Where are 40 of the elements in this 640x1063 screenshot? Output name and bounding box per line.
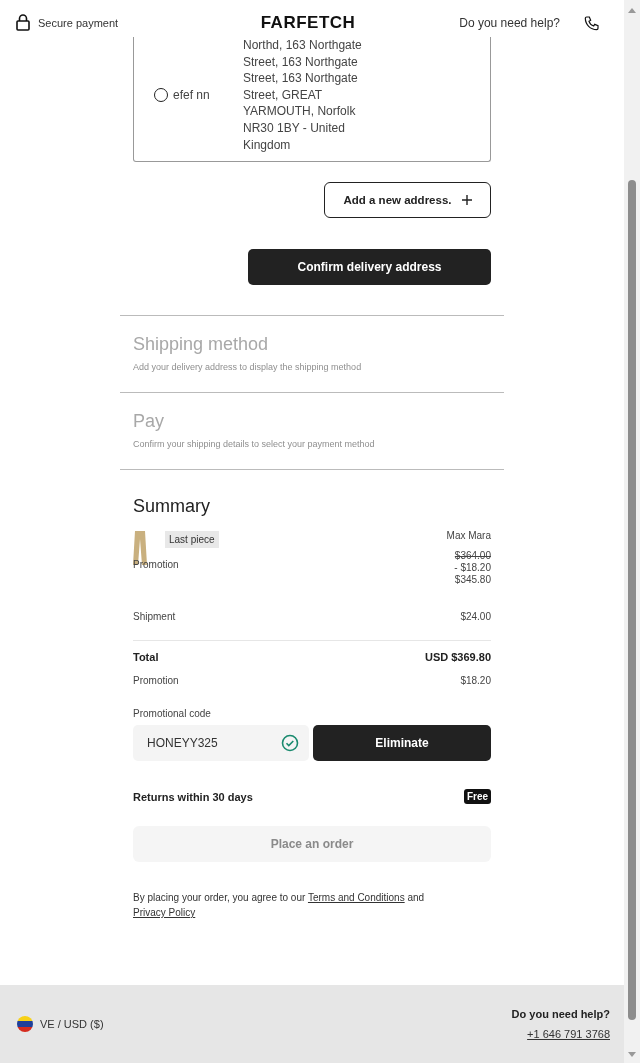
shipment-label: Shipment	[133, 611, 176, 623]
step-title: Shipping method	[133, 334, 270, 356]
address-card[interactable]: efef nn Northd, 163 Northgate Street, 163 Northgate Street, 163 Northgate Street, GREAT YARMOUTH, Norfolk NR30 1BY - United Kingdom	[133, 37, 491, 163]
add-address-button[interactable]: Add a new address.	[324, 182, 491, 219]
phone-link[interactable]: +1 646 791 3768	[527, 1028, 610, 1040]
total-price: USD $369.80	[424, 651, 491, 664]
lock-icon	[16, 14, 30, 31]
phone-icon[interactable]	[584, 14, 600, 31]
discount-amount: - $18.20	[454, 562, 491, 574]
promo-code-field[interactable]: HONEYY325	[133, 725, 309, 762]
item-price: $345.80	[454, 574, 491, 586]
confirm-address-button[interactable]: Confirm delivery address	[248, 249, 491, 286]
shipment-price: $24.00	[460, 611, 491, 623]
original-price: $364.00	[454, 550, 491, 562]
secure-payment-label: Secure payment	[38, 16, 119, 29]
brand-logo[interactable]: FARFETCH	[260, 12, 356, 33]
brand-name: Max Mara	[446, 530, 491, 542]
last-piece-badge: Last piece	[165, 531, 219, 549]
step-hint: Confirm your shipping details to select your payment method	[133, 439, 376, 450]
promotion-label: Promotion	[133, 559, 180, 571]
step-title: Pay	[133, 411, 166, 433]
locale-selector[interactable]: VE / USD ($)	[40, 1018, 104, 1030]
free-badge: Free	[463, 789, 491, 805]
address-name: efef nn	[173, 88, 210, 103]
help-label: Do you need help?	[459, 15, 560, 30]
total-label: Total	[133, 651, 159, 664]
promotion-amount: $18.20	[460, 675, 491, 687]
flag-icon	[16, 1015, 34, 1033]
address-text: Northd, 163 Northgate Street, 163 Northgate Street, 163 Northgate Street, GREAT YARMOUTH, Norfolk NR30 1BY - United Kingdom	[243, 37, 363, 154]
help-title: Do you need help?	[511, 1008, 610, 1020]
summary-title: Summary	[133, 496, 211, 518]
promotion-label: Promotion	[133, 675, 179, 687]
returns-label: Returns within 30 days	[133, 790, 253, 803]
plus-icon	[461, 195, 472, 206]
legal-text: By placing your order, you agree to our Terms and Conditions and Privacy Policy	[133, 891, 426, 921]
promo-code-label: Promotional code	[133, 708, 212, 720]
eliminate-button[interactable]: Eliminate	[313, 725, 491, 762]
privacy-link[interactable]: Privacy Policy	[133, 907, 196, 919]
terms-link[interactable]: Terms and Conditions	[307, 892, 405, 904]
step-hint: Add your delivery address to display the shipping method	[133, 362, 363, 373]
